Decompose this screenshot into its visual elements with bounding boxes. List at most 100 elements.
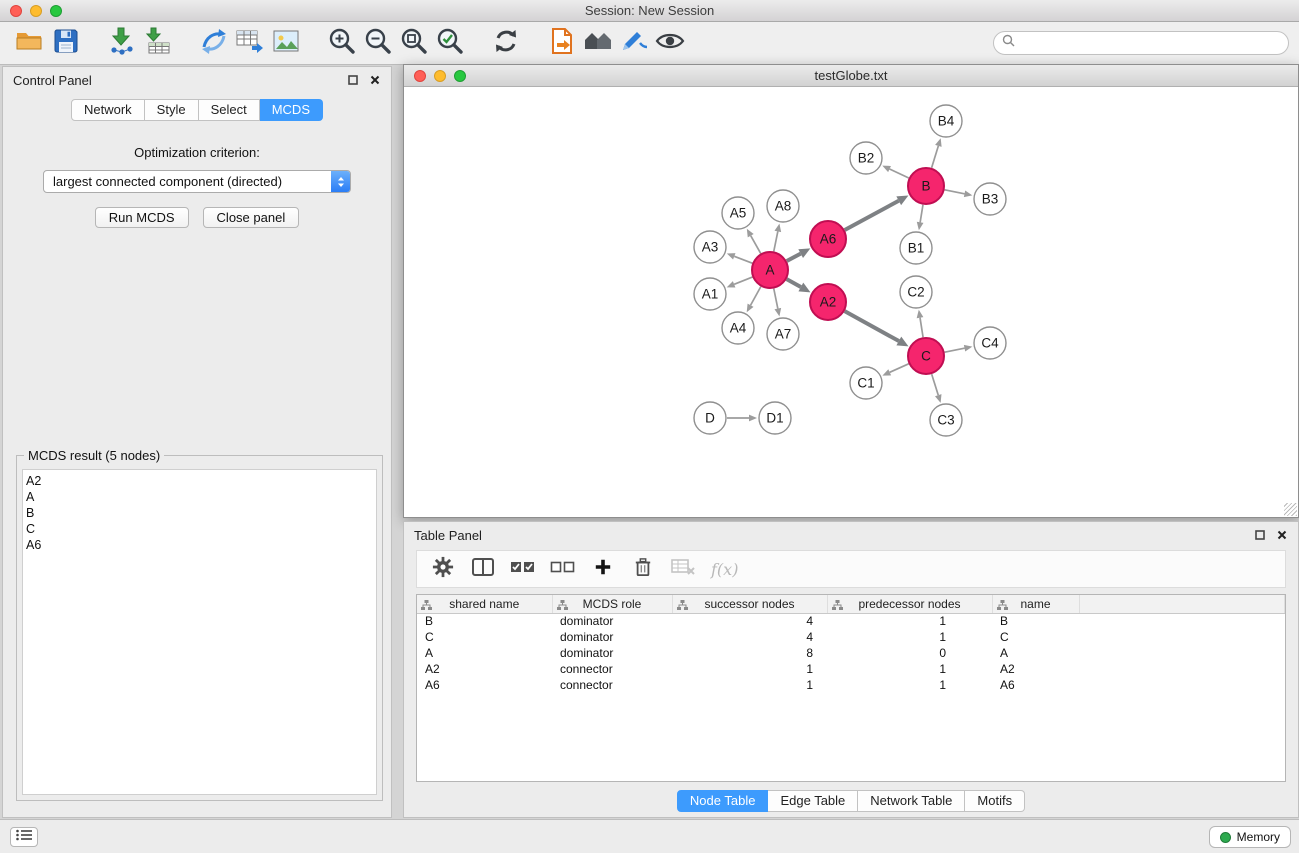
mcds-result-item[interactable]: C	[26, 521, 376, 537]
network-minimize-button[interactable]	[434, 70, 446, 82]
graph-edge-C-C1[interactable]	[890, 364, 909, 373]
graph-node-A7[interactable]: A7	[767, 318, 799, 350]
table-cell[interactable]: 0	[827, 645, 992, 661]
graph-node-C4[interactable]: C4	[974, 327, 1006, 359]
search-field[interactable]	[993, 31, 1289, 55]
export-document-button[interactable]	[544, 25, 580, 61]
save-session-button[interactable]	[48, 25, 84, 61]
graph-edge-C-C3[interactable]	[932, 374, 939, 395]
table-mode-button[interactable]	[431, 556, 455, 582]
export-image-button[interactable]	[268, 25, 304, 61]
graph-node-C1[interactable]: C1	[850, 367, 882, 399]
table-cell[interactable]: A6	[992, 677, 1079, 693]
network-close-button[interactable]	[414, 70, 426, 82]
graph-edge-B-B3[interactable]	[945, 190, 965, 194]
toggle-view-button[interactable]	[652, 25, 688, 61]
table-cell[interactable]: dominator	[552, 629, 672, 645]
select-all-button[interactable]	[511, 556, 535, 582]
network-view[interactable]: B4B2BB3A8A5A6A3B1AA1C2A2A4A7C4CC1DD1C3	[404, 87, 1298, 517]
network-graph[interactable]: B4B2BB3A8A5A6A3B1AA1C2A2A4A7C4CC1DD1C3	[404, 87, 1298, 517]
close-table-panel-icon[interactable]	[1274, 527, 1290, 543]
mcds-result-item[interactable]: B	[26, 505, 376, 521]
graph-edge-A-A8[interactable]	[774, 231, 778, 251]
run-mcds-button[interactable]: Run MCDS	[95, 207, 189, 228]
graph-node-B2[interactable]: B2	[850, 142, 882, 174]
table-row[interactable]: Cdominator41C	[417, 629, 1285, 645]
graph-edge-C-C2[interactable]	[920, 318, 923, 338]
delete-column-button[interactable]	[631, 556, 655, 582]
tab-network[interactable]: Network	[71, 99, 145, 121]
graph-node-B3[interactable]: B3	[974, 183, 1006, 215]
table-cell[interactable]: 1	[672, 661, 827, 677]
zoom-fit-button[interactable]	[396, 25, 432, 61]
network-maximize-button[interactable]	[454, 70, 466, 82]
graph-node-C3[interactable]: C3	[930, 404, 962, 436]
table-cell[interactable]	[1079, 613, 1285, 629]
graph-node-D1[interactable]: D1	[759, 402, 791, 434]
table-cell[interactable]	[1079, 677, 1285, 693]
graph-node-A5[interactable]: A5	[722, 197, 754, 229]
tab-select[interactable]: Select	[199, 99, 260, 121]
close-panel-icon[interactable]	[367, 72, 383, 88]
table-cell[interactable]: 1	[827, 661, 992, 677]
graph-edge-A-A5[interactable]	[751, 236, 761, 254]
deselect-all-button[interactable]	[551, 556, 575, 582]
table-cell[interactable]: 8	[672, 645, 827, 661]
table-cell[interactable]	[1079, 629, 1285, 645]
graph-node-A4[interactable]: A4	[722, 312, 754, 344]
table-cell[interactable]: 1	[672, 677, 827, 693]
zoom-out-button[interactable]	[360, 25, 396, 61]
table-cell[interactable]: 1	[827, 629, 992, 645]
tab-edge-table[interactable]: Edge Table	[768, 790, 858, 812]
create-column-button[interactable]	[591, 556, 615, 582]
table-cell[interactable]: B	[417, 613, 552, 629]
export-network-button[interactable]	[196, 25, 232, 61]
column-header-name[interactable]: name	[992, 595, 1079, 613]
open-session-button[interactable]	[12, 25, 48, 61]
table-cell[interactable]: 4	[672, 613, 827, 629]
resize-grip[interactable]	[1284, 503, 1297, 516]
annotate-button[interactable]	[616, 25, 652, 61]
table-row[interactable]: A2connector11A2	[417, 661, 1285, 677]
table-cell[interactable]: connector	[552, 677, 672, 693]
close-panel-button[interactable]: Close panel	[203, 207, 300, 228]
zoom-in-button[interactable]	[324, 25, 360, 61]
graph-edge-A-A6[interactable]	[787, 254, 801, 261]
table-cell[interactable]: A	[417, 645, 552, 661]
graph-edge-A-A1[interactable]	[734, 277, 752, 284]
table-cell[interactable]: A2	[417, 661, 552, 677]
network-window-titlebar[interactable]: testGlobe.txt	[404, 65, 1298, 87]
column-header-predecessor-nodes[interactable]: predecessor nodes	[827, 595, 992, 613]
tab-network-table[interactable]: Network Table	[858, 790, 965, 812]
search-input[interactable]	[1019, 33, 1288, 53]
graph-node-B1[interactable]: B1	[900, 232, 932, 264]
table-row[interactable]: A6connector11A6	[417, 677, 1285, 693]
table-cell[interactable]: B	[992, 613, 1079, 629]
minimize-window-button[interactable]	[30, 5, 42, 17]
tab-node-table[interactable]: Node Table	[677, 790, 769, 812]
table-cell[interactable]: 4	[672, 629, 827, 645]
graph-node-C[interactable]: C	[908, 338, 944, 374]
table-cell[interactable]	[1079, 661, 1285, 677]
graph-edge-B-B1[interactable]	[920, 205, 923, 223]
show-column-button[interactable]	[471, 556, 495, 582]
function-builder-button[interactable]: f(x)	[711, 560, 738, 579]
table-cell[interactable]: C	[992, 629, 1079, 645]
graph-node-A1[interactable]: A1	[694, 278, 726, 310]
home-button[interactable]	[580, 25, 616, 61]
table-row[interactable]: Bdominator41B	[417, 613, 1285, 629]
graph-node-D[interactable]: D	[694, 402, 726, 434]
table-cell[interactable]: dominator	[552, 645, 672, 661]
task-history-button[interactable]	[10, 827, 38, 847]
import-network-button[interactable]	[104, 25, 140, 61]
export-table-button[interactable]	[232, 25, 268, 61]
tab-motifs[interactable]: Motifs	[965, 790, 1025, 812]
graph-edge-C-C4[interactable]	[945, 348, 965, 352]
table-cell[interactable]: C	[417, 629, 552, 645]
apply-layout-button[interactable]	[488, 25, 524, 61]
table-cell[interactable]: connector	[552, 661, 672, 677]
table-cell[interactable]	[1079, 645, 1285, 661]
graph-node-B4[interactable]: B4	[930, 105, 962, 137]
maximize-window-button[interactable]	[50, 5, 62, 17]
table-cell[interactable]: dominator	[552, 613, 672, 629]
